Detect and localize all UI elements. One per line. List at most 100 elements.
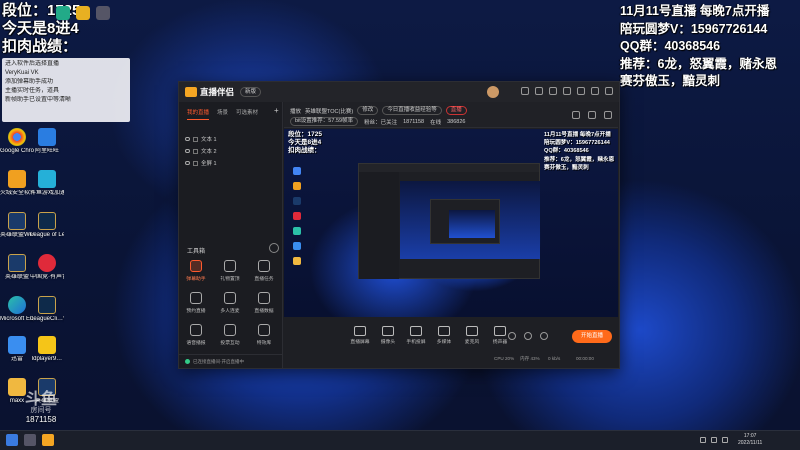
lock-icon[interactable] [193,136,198,142]
live-companion-taskbar-icon[interactable] [42,434,54,446]
source-camera-button[interactable]: 摄像头 [374,326,402,345]
tool-reserve[interactable]: 预约直播 [181,292,211,314]
settings-icon[interactable] [549,87,557,95]
window-controls [521,87,613,95]
desktop-icon-xunlei[interactable]: 迅雷 [0,336,34,363]
message-icon[interactable] [521,87,529,95]
overlay-icon-row [56,6,110,20]
close-icon[interactable] [605,87,613,95]
desktop-icon-league[interactable]: League of Legends [30,212,64,239]
desktop-icon-edge[interactable]: Microsoft Edge [0,296,34,323]
live-preview[interactable]: 段位：1725 今天是8进4 扣肉战绩： 11月11号直播 每晚7点开播 陪玩圆… [284,129,618,317]
scene-item[interactable]: 文本 1 [185,134,279,144]
ldplayer-icon [38,336,56,354]
scene-item[interactable]: 全屏 1 [185,158,279,168]
scene-label: 文本 1 [201,137,217,143]
app-icon [76,6,90,20]
tool-danmaku[interactable]: 弹幕助手 [181,260,211,282]
volume-icon[interactable] [711,437,717,443]
add-scene-icon[interactable]: + [274,106,279,115]
lock-icon[interactable] [588,111,596,119]
video-icon[interactable] [508,332,516,340]
app-name: 直播伴侣 [200,87,235,97]
desktop-icon-accelerator[interactable]: 斗鱼游戏加速器 [30,170,64,197]
app-icon [96,6,110,20]
shop-icon[interactable] [572,111,580,119]
share-icon[interactable] [604,111,612,119]
scene-item[interactable]: 文本 2 [185,146,279,156]
edit-title-button[interactable]: 修改 [357,106,379,115]
gear-icon[interactable] [540,332,548,340]
eye-icon[interactable] [185,161,190,165]
voice-icon [38,254,56,272]
minimize-icon[interactable] [577,87,585,95]
panel-line: 进入软件后选择直播 [5,61,60,67]
microphone-icon [466,326,478,336]
desktop-icon-ldplayer[interactable]: ldplayer9… [30,336,64,363]
start-icon[interactable] [6,434,18,446]
chrome-icon [8,128,26,146]
tab-materials[interactable]: 可选素材 [236,108,258,120]
desktop-icon-leaguecli[interactable]: LeagueCli…快捷方式 [30,296,64,323]
version-badge[interactable]: 新版 [240,87,262,97]
avatar[interactable] [487,86,499,98]
menu-icon[interactable] [563,87,571,95]
desktop-icon-lol[interactable]: 英雄联盟 [0,254,34,281]
maximize-icon[interactable] [591,87,599,95]
overlay-qq: QQ群：40368546 [620,39,721,53]
source-media-button[interactable]: 多媒体 [430,326,458,345]
stream-info-bar: 播放 英雄联盟TOC(比赛) 修改 今日直播收益经验等 直播 bit设置推荐：5… [284,102,618,128]
tool-effects[interactable]: 特效库 [249,324,279,346]
edge-icon [8,296,26,314]
network-icon[interactable] [700,437,706,443]
live-companion-window[interactable]: 直播伴侣 新版 我的直播 场景 可选素材 + 文本 1 文本 2 全屏 1 工具… [178,81,620,369]
desktop-icon-wegame-lol[interactable]: 英雄联盟WeGame版 [0,212,34,239]
desktop-icon-aliwangwang[interactable]: 阿里旺旺 [30,128,64,155]
skin-icon[interactable] [535,87,543,95]
tool-task[interactable]: 直播任务 [249,260,279,282]
app-icon [56,6,70,20]
eye-icon[interactable] [185,149,190,153]
source-screen-button[interactable]: 直播屏幕 [346,326,374,345]
stream-title[interactable]: 英雄联盟TOC(比赛) [305,107,353,115]
watch-label: 在线 [430,119,442,126]
microphone-button[interactable]: 麦克风 [458,326,486,345]
tool-data[interactable]: 直播数据 [249,292,279,314]
battery-icon[interactable] [722,437,728,443]
desktop-icon-voice[interactable]: 中国竞·有声音 [30,254,64,281]
desktop-icon-huorong[interactable]: 火绒安全软件 [0,170,34,197]
desktop-icon-chrome[interactable]: Google Chrome [0,128,34,155]
cpu-usage: CPU 20% [494,356,515,361]
nested-app-preview [358,163,540,279]
overlay-recommend: 推荐：6龙，怒翼霞，赌永恩 [620,56,777,71]
start-live-button[interactable]: 开始直播 [572,330,612,343]
scene-label: 文本 2 [201,149,217,155]
eye-icon[interactable] [185,137,190,141]
lock-icon[interactable] [193,148,198,154]
app-titlebar[interactable]: 直播伴侣 新版 [179,82,619,102]
tab-my-live[interactable]: 我的直播 [187,108,210,120]
overlay-record: 扣肉战绩： [2,38,78,55]
tool-voice[interactable]: 语音播报 [181,324,211,346]
tool-multi-link[interactable]: 多人连麦 [215,292,245,314]
chart-icon [258,292,270,304]
quality-setting[interactable]: bit设置推荐：57.59帧率 [290,117,359,126]
lock-icon[interactable] [193,160,198,166]
tool-vote[interactable]: 投票互动 [215,324,245,346]
league-icon [38,212,56,230]
overlay-today: 今天是8进4 [2,20,79,37]
status-bar: CPU 20% 内存 43% 0 kb/s 00:00:00 [284,356,618,366]
panel-line: 新帧助手已设置中等清晰 [5,97,72,103]
source-phone-button[interactable]: 手机投屏 [402,326,430,345]
connection-status: 已连接直播间·开启直播中 [179,354,283,368]
follower-label: 粉丝：已关注 [364,119,398,126]
more-icon[interactable] [269,243,279,253]
tool-gift[interactable]: 礼物置顶 [215,260,245,282]
taskbar-clock[interactable]: 17:07 2022/11/11 [738,433,762,447]
bitrate: 0 kb/s [548,356,561,361]
media-icon [438,326,450,336]
tab-scenes[interactable]: 场景 [217,108,228,120]
eye-icon[interactable] [524,332,532,340]
notice-pill[interactable]: 今日直播收益经验等 [382,106,442,115]
search-icon[interactable] [24,434,36,446]
